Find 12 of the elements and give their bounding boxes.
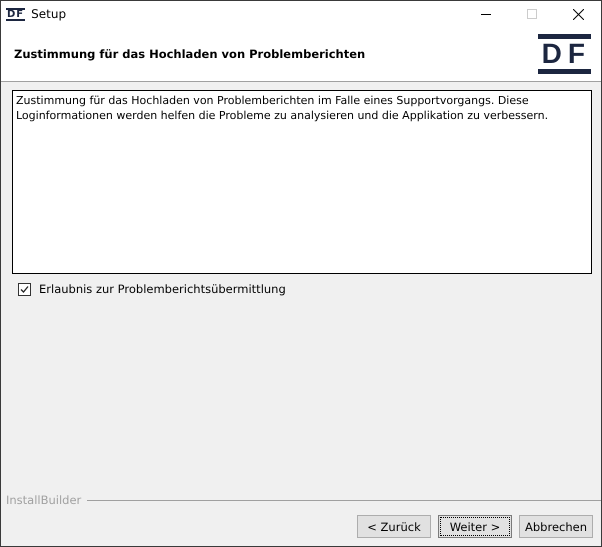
message-text: Zustimmung für das Hochladen von Problemberichten im Falle eines Supportvorgangs. Diese Loginformationen werden helfen die Probleme zu analysieren und die Applikation zu verbessern.	[12, 90, 592, 274]
checkbox-label: Erlaubnis zur Problemberichtsübermittlung	[39, 282, 286, 296]
next-button[interactable]: Weiter >	[438, 515, 512, 538]
brand-label: InstallBuilder	[6, 493, 82, 507]
close-icon[interactable]	[572, 8, 584, 20]
app-logo: DF	[6, 8, 26, 20]
logo: DF	[538, 34, 591, 74]
cancel-button[interactable]: Abbrechen	[519, 515, 593, 538]
consent-checkbox[interactable]	[18, 282, 31, 296]
back-button[interactable]: < Zurück	[357, 515, 431, 538]
page-title: Zustimmung für das Hochladen von Problemberichten	[14, 47, 366, 61]
window-title: Setup	[31, 7, 68, 21]
